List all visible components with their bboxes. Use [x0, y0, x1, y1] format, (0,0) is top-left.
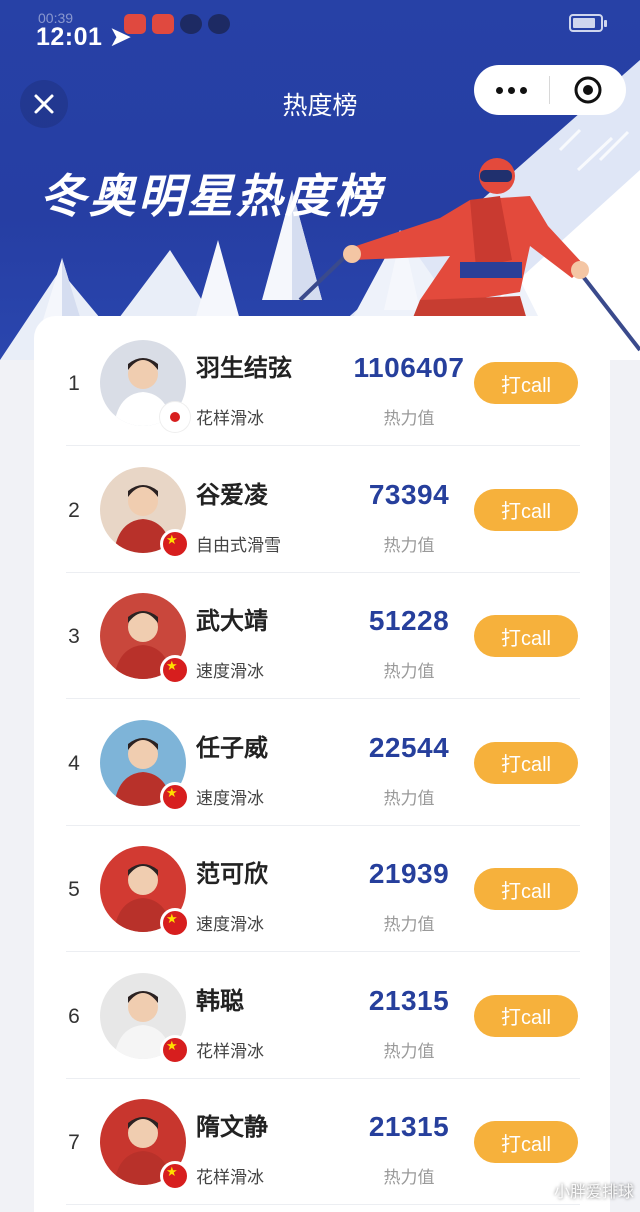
athlete-sport: 花样滑冰: [196, 409, 264, 429]
status-time-text: 12:01: [36, 23, 103, 51]
athlete-sport: 速度滑冰: [196, 915, 264, 935]
more-button[interactable]: [474, 86, 549, 94]
athlete-sport: 自由式滑雪: [196, 535, 281, 556]
ranking-row-6[interactable]: 6 韩聪 花样滑冰 21315 热力值 打call: [34, 953, 610, 1079]
ranking-card: 1 羽生结弦 花样滑冰 1106407 热力值 打call 2 ★ 谷爱凌 自由…: [34, 316, 610, 1212]
notification-icons: [124, 14, 230, 34]
exit-mini-program-button[interactable]: [550, 76, 625, 104]
call-button[interactable]: 打call: [474, 994, 578, 1037]
athlete-name: 隋文静: [196, 1113, 268, 1141]
heat-score: 1106407: [353, 352, 465, 383]
china-flag-icon: [160, 908, 190, 938]
china-flag-icon: [160, 1034, 190, 1065]
hero-banner: 00:39 12:01 ➤ 热度榜 冬奥明星热度榜: [0, 0, 640, 360]
athlete-name: 武大靖: [196, 607, 268, 635]
heat-score: 21315: [368, 1111, 450, 1142]
status-time: 12:01 ➤: [36, 22, 131, 52]
athlete-name: 韩聪: [196, 986, 244, 1015]
athlete-sport: 速度滑冰: [196, 662, 264, 682]
target-icon: [574, 76, 601, 104]
rank-number: 6: [68, 1004, 80, 1028]
rank-number: 1: [68, 372, 80, 395]
heat-score: 51228: [368, 605, 450, 636]
ranking-row-2[interactable]: 2 谷爱凌 自由式滑雪 73394 热力值 打call: [34, 447, 610, 573]
app-notification-icon: [124, 14, 146, 34]
athlete-sport: 花样滑冰: [196, 1041, 264, 1062]
app-notification-icon: [152, 14, 174, 34]
row-divider: [66, 1204, 580, 1205]
heat-score: 21315: [368, 984, 450, 1016]
athlete-name: 任子威: [196, 733, 268, 762]
china-flag-icon: [160, 528, 190, 559]
call-button[interactable]: 打call: [474, 488, 578, 531]
banner-headline: 冬奥明星热度榜: [40, 169, 383, 223]
ranking-row-4[interactable]: 4 任子威 速度滑冰 22544 热力值 打call: [34, 700, 610, 826]
athlete-sport: 速度滑冰: [196, 788, 264, 809]
call-button[interactable]: 打call: [474, 741, 578, 784]
athlete-name: 羽生结弦: [196, 354, 292, 382]
heat-score-label: 热力值: [383, 662, 435, 682]
ranking-row-1[interactable]: 1 羽生结弦 花样滑冰 1106407 热力值 打call: [34, 320, 610, 446]
rank-number: 4: [68, 751, 80, 775]
china-flag-icon: [160, 1161, 190, 1191]
more-icon: [508, 86, 515, 94]
mini-program-capsule: [474, 65, 626, 115]
more-icon: [496, 86, 503, 94]
rank-number: 5: [68, 878, 80, 901]
call-button[interactable]: 打call: [474, 1121, 578, 1163]
app-notification-icon: [180, 14, 202, 34]
call-button[interactable]: 打call: [474, 362, 578, 404]
athlete-name: 范可欣: [196, 860, 268, 888]
call-button[interactable]: 打call: [474, 615, 578, 657]
ranking-row-5[interactable]: 5 范可欣 速度滑冰 21939 热力值 打call: [34, 826, 610, 952]
heat-score-label: 热力值: [383, 788, 435, 809]
china-flag-icon: [160, 655, 190, 685]
rank-number: 2: [68, 498, 80, 522]
china-flag-icon: [160, 781, 190, 812]
status-bar: 00:39 12:01 ➤: [0, 0, 640, 56]
battery-level: [573, 18, 595, 28]
heat-score-label: 热力值: [383, 1168, 435, 1188]
heat-score: 22544: [368, 731, 450, 763]
app-notification-icon: [208, 14, 230, 34]
heat-score-label: 热力值: [383, 1041, 435, 1062]
japan-flag-icon: [160, 402, 190, 432]
more-icon: [520, 86, 527, 94]
rank-number: 7: [68, 1131, 80, 1154]
battery-icon: [569, 14, 607, 32]
heat-score-label: 热力值: [383, 915, 435, 935]
heat-score: 21939: [368, 858, 450, 889]
heat-score-label: 热力值: [383, 409, 435, 429]
ranking-row-3[interactable]: 3 武大靖 速度滑冰 51228 热力值 打call: [34, 573, 610, 699]
heat-score-label: 热力值: [383, 535, 435, 556]
athlete-sport: 花样滑冰: [196, 1168, 264, 1188]
watermark: 小胖爱排球: [553, 1182, 634, 1201]
ranking-row-7[interactable]: 7 隋文静 花样滑冰 21315 热力值 打call: [34, 1079, 610, 1205]
rank-number: 3: [68, 625, 80, 648]
athlete-name: 谷爱凌: [196, 480, 268, 509]
call-button[interactable]: 打call: [474, 868, 578, 910]
heat-score: 73394: [368, 478, 450, 510]
